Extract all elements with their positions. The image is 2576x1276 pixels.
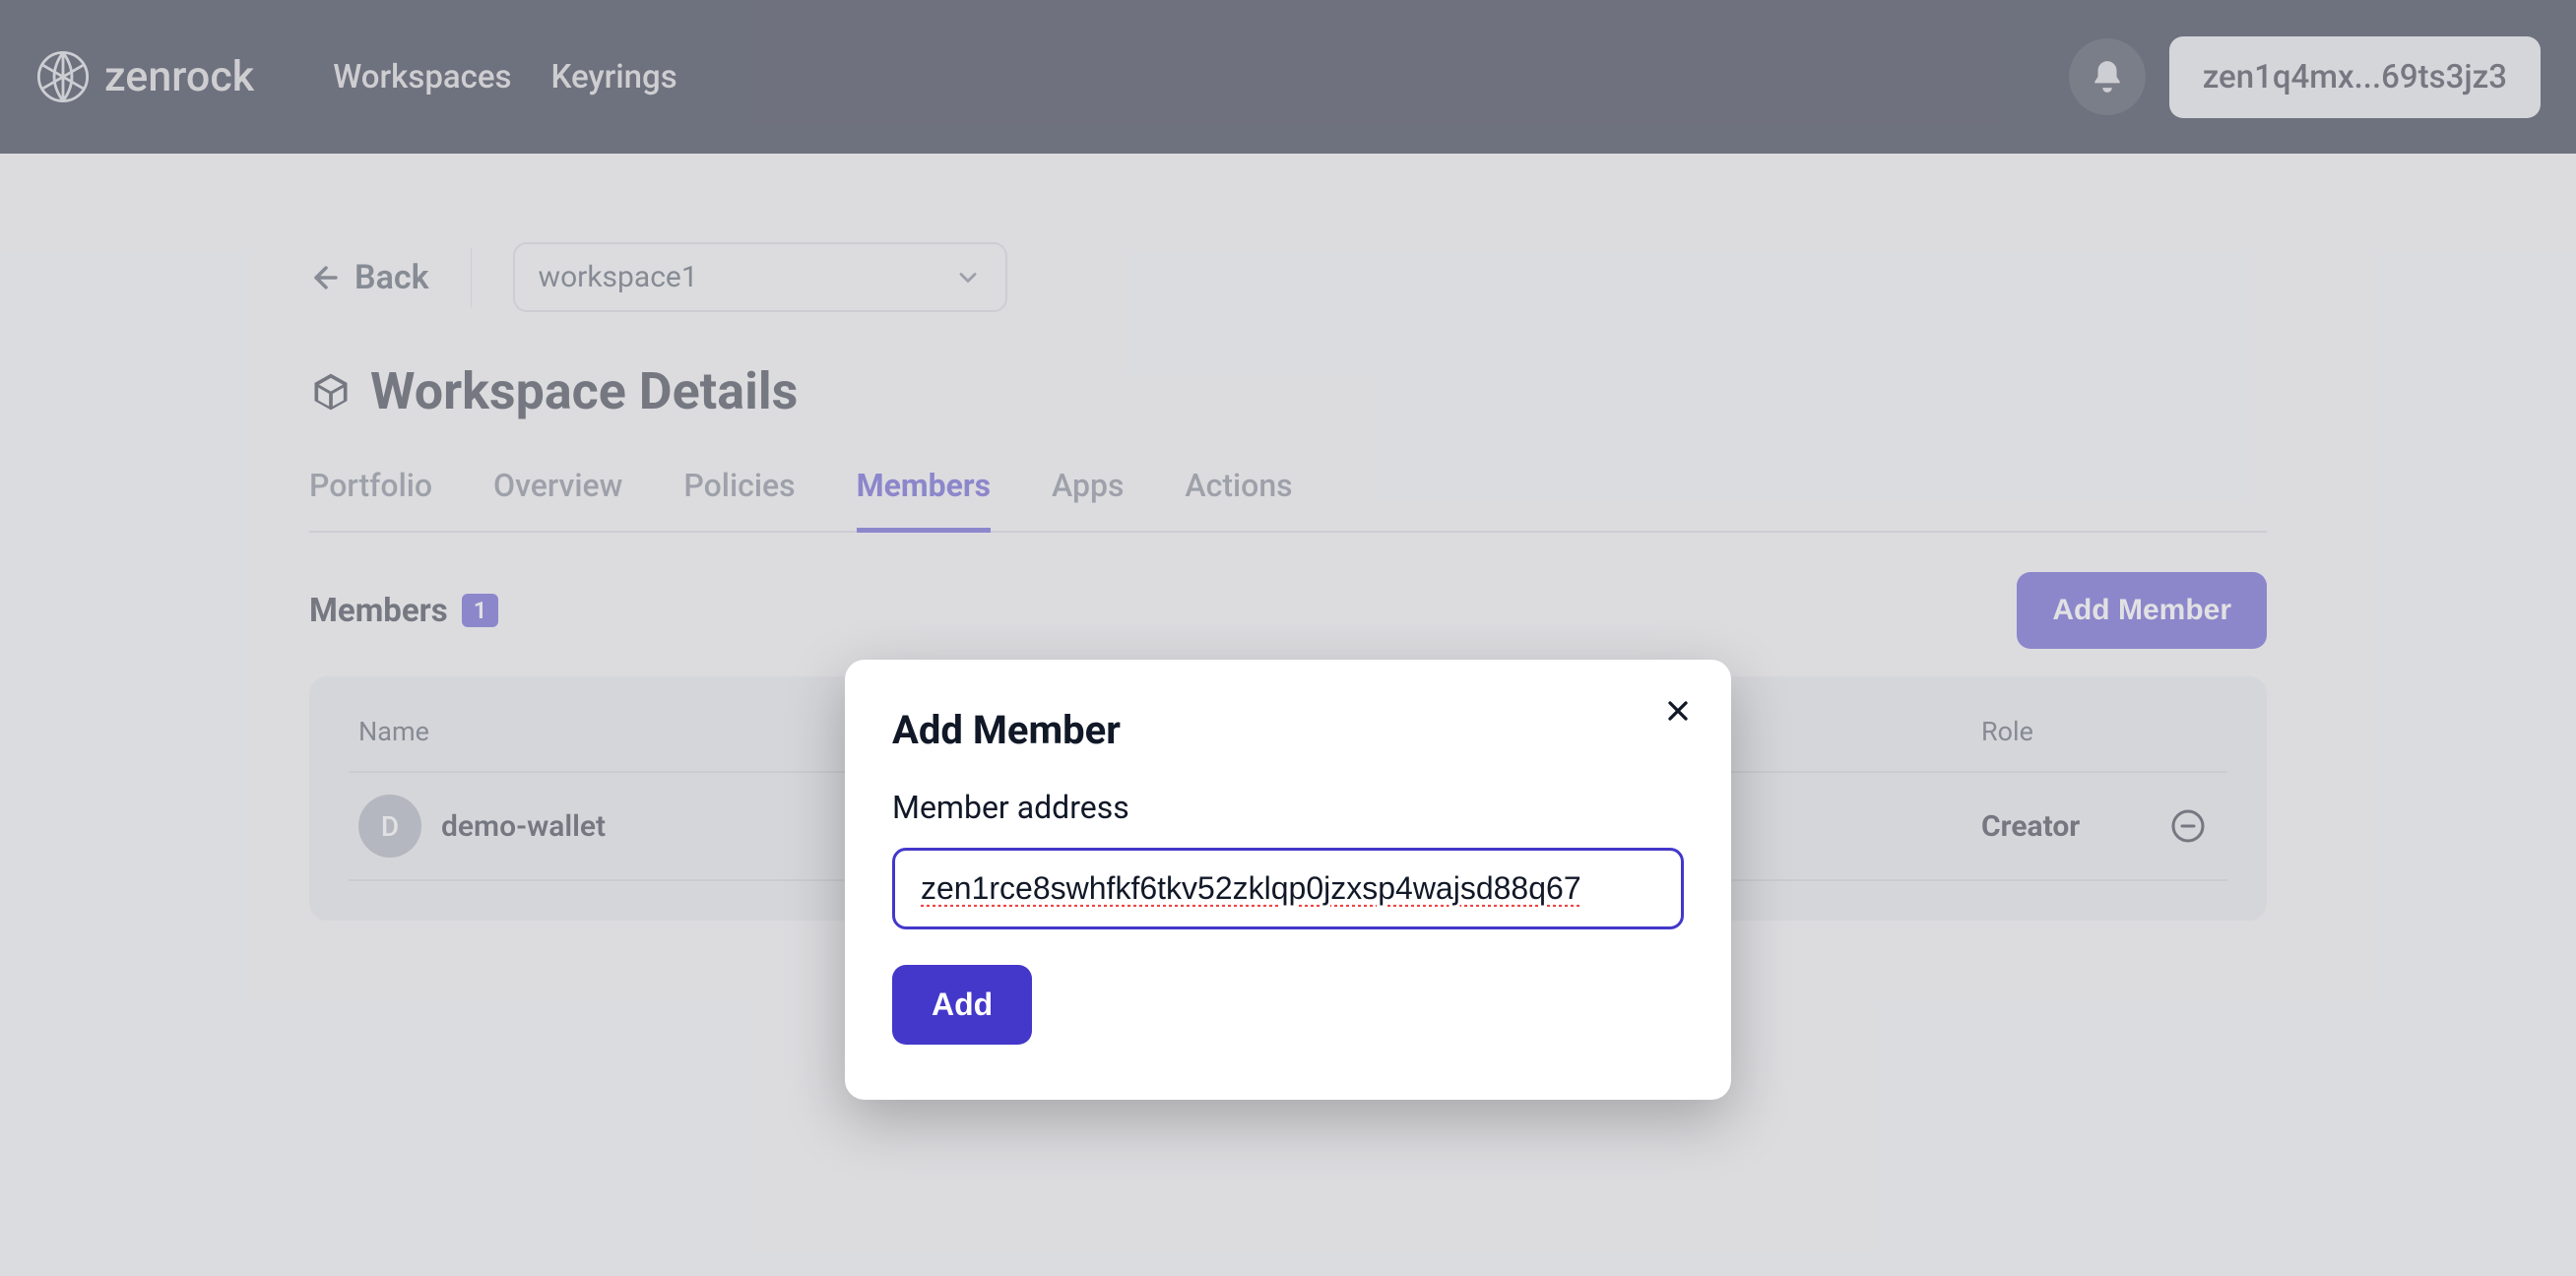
- add-member-modal: Add Member Member address Add: [845, 660, 1731, 1100]
- modal-close-button[interactable]: [1662, 695, 1694, 731]
- member-address-label: Member address: [892, 789, 1684, 826]
- modal-add-button[interactable]: Add: [892, 965, 1032, 1045]
- member-address-input[interactable]: [892, 848, 1684, 929]
- modal-title: Add Member: [892, 707, 1684, 753]
- close-icon: [1662, 695, 1694, 727]
